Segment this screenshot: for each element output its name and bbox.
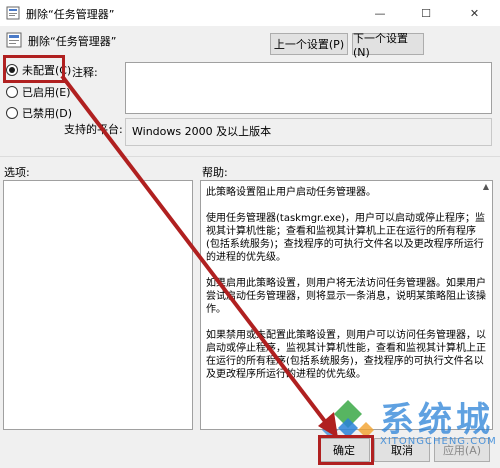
radio-button[interactable] <box>6 86 18 98</box>
close-button[interactable]: ✕ <box>449 0 500 26</box>
help-paragraph: 此策略设置阻止用户启动任务管理器。 <box>206 187 376 198</box>
minimize-button[interactable]: — <box>357 0 403 26</box>
options-label: 选项: <box>4 166 30 179</box>
policy-setting-icon <box>6 32 22 48</box>
policy-icon <box>6 6 20 20</box>
radio-disabled-label: 已禁用(D) <box>22 107 73 120</box>
platform-value: Windows 2000 及以上版本 <box>125 118 492 146</box>
watermark-text: 系统城 <box>380 400 494 440</box>
comment-label: 注释: <box>72 66 98 79</box>
radio-enabled[interactable]: 已启用(E) <box>6 84 71 100</box>
help-label: 帮助: <box>202 166 228 179</box>
divider <box>0 156 500 157</box>
scroll-up-icon[interactable]: ▲ <box>480 181 492 193</box>
annotation-highlight-radio <box>3 55 65 83</box>
title-bar: 删除“任务管理器” — ☐ ✕ <box>0 0 500 26</box>
watermark-url: XITONGCHENG.COM <box>380 436 497 447</box>
radio-disabled[interactable]: 已禁用(D) <box>6 105 72 121</box>
options-panel <box>3 180 193 430</box>
radio-button[interactable] <box>6 107 18 119</box>
annotation-highlight-ok <box>318 435 374 465</box>
next-setting-button[interactable]: 下一个设置(N) <box>352 32 424 59</box>
previous-setting-button[interactable]: 上一个设置(P) <box>270 33 348 55</box>
maximize-button[interactable]: ☐ <box>403 0 449 26</box>
window-title: 删除“任务管理器” <box>26 8 115 21</box>
help-paragraph: 如果启用此策略设置，则用户将无法访问任务管理器。如果用户尝试启动任务管理器，则将… <box>206 278 486 315</box>
platform-label: 支持的平台: <box>64 123 123 136</box>
comment-textarea[interactable] <box>125 62 492 114</box>
policy-title: 删除“任务管理器” <box>28 35 117 48</box>
help-paragraph: 如果禁用或未配置此策略设置，则用户可以访问任务管理器，以启动或停止程序，监视其计… <box>206 330 486 380</box>
radio-enabled-label: 已启用(E) <box>22 86 71 99</box>
help-paragraph: 使用任务管理器(taskmgr.exe)，用户可以启动或停止程序；监视其计算机性… <box>206 213 486 263</box>
